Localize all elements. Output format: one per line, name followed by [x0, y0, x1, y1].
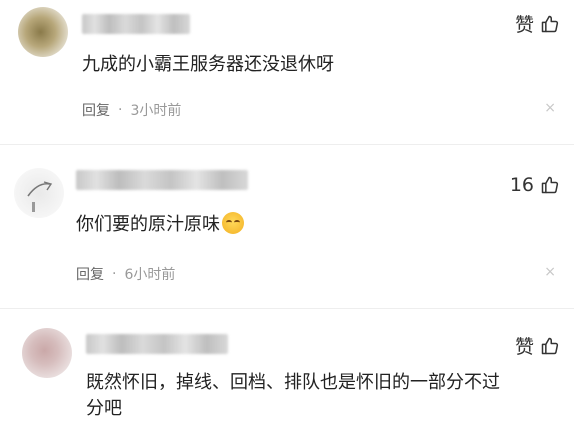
timestamp: 6小时前	[124, 267, 176, 283]
comment-text: 九成的小霸王服务器还没退休呀	[82, 54, 334, 75]
comment-text: 你们要的原汁原味	[76, 212, 244, 238]
avatar-sketch	[27, 181, 53, 212]
smiling-face-emoji	[222, 212, 244, 234]
divider	[0, 144, 574, 145]
comment-item-2: 16 你们要的原汁原味 回复 · 6小时前 ×	[0, 160, 574, 305]
reply-button[interactable]: 回复	[82, 100, 110, 120]
thumbs-up-icon	[541, 337, 559, 354]
avatar[interactable]	[18, 7, 68, 57]
avatar[interactable]	[14, 168, 64, 218]
comment-meta: 回复 · 6小时前	[76, 264, 175, 284]
comment-item-1: 赞 九成的小霸王服务器还没退休呀 回复 · 3小时前 ×	[0, 0, 574, 140]
reply-button[interactable]: 回复	[76, 264, 104, 284]
like-button[interactable]: 赞	[515, 10, 560, 37]
timestamp: 3小时前	[130, 103, 182, 119]
comment-text: 既然怀旧，掉线、回档、排队也是怀旧的一部分不过 分吧	[86, 370, 500, 422]
like-count: 16	[509, 174, 534, 196]
like-label: 赞	[514, 336, 534, 358]
username-redacted[interactable]	[76, 170, 248, 190]
comment-text-line-1: 既然怀旧，掉线、回档、排队也是怀旧的一部分不过	[86, 372, 500, 393]
divider	[0, 308, 574, 309]
like-button[interactable]: 16	[510, 174, 560, 196]
comment-meta: 回复 · 3小时前	[82, 100, 181, 120]
comment-item-3: 赞 既然怀旧，掉线、回档、排队也是怀旧的一部分不过 分吧	[0, 318, 574, 426]
meta-separator: ·	[118, 102, 123, 118]
like-label: 赞	[514, 14, 534, 36]
username-redacted[interactable]	[82, 14, 190, 34]
close-icon[interactable]: ×	[544, 264, 556, 280]
comment-text-line-2: 分吧	[86, 398, 122, 419]
meta-separator: ·	[112, 266, 117, 282]
avatar[interactable]	[22, 328, 72, 378]
close-icon[interactable]: ×	[544, 100, 556, 116]
thumbs-up-icon	[541, 176, 559, 194]
username-redacted[interactable]	[86, 334, 228, 354]
comment-text-content: 你们要的原汁原味	[76, 214, 220, 235]
thumbs-up-icon	[541, 15, 559, 32]
like-button[interactable]: 赞	[515, 332, 560, 359]
